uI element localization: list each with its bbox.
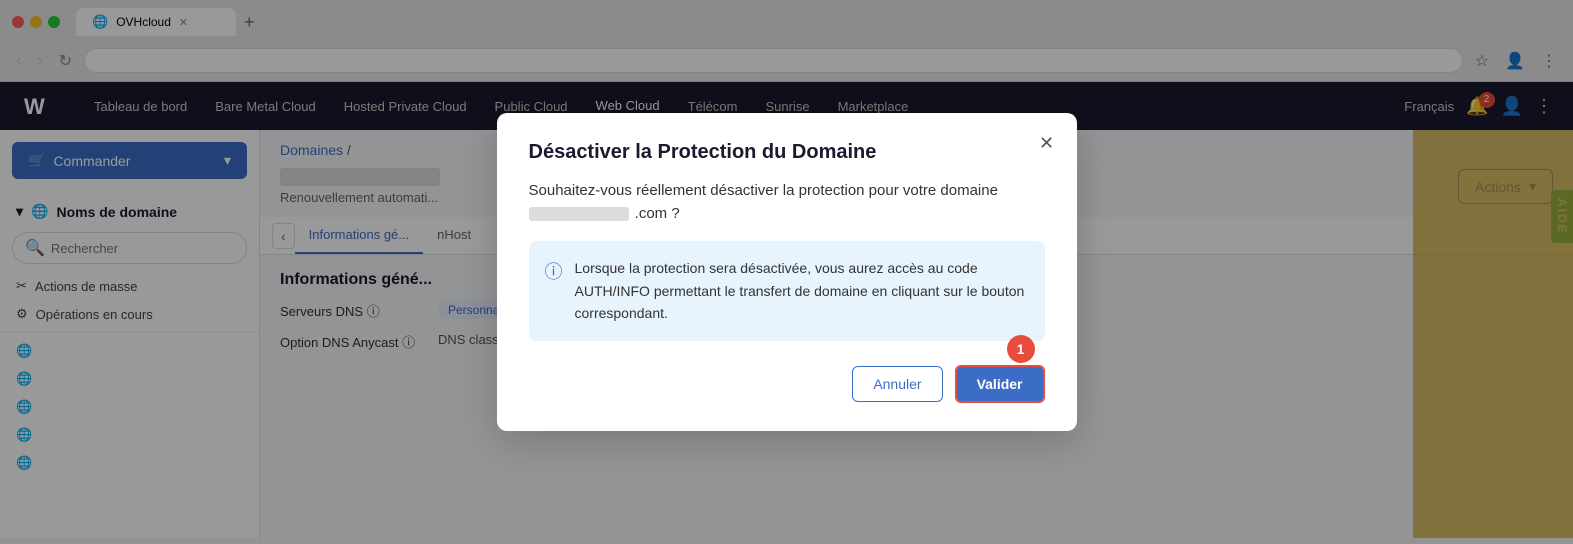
- step-badge: 1: [1007, 335, 1035, 363]
- modal-info-text: Lorsque la protection sera désactivée, v…: [575, 257, 1029, 324]
- validate-button[interactable]: Valider: [955, 365, 1045, 403]
- modal-close-button[interactable]: ✕: [1033, 129, 1061, 157]
- modal-info-box: ⓘ Lorsque la protection sera désactivée,…: [529, 241, 1045, 340]
- modal-title: Désactiver la Protection du Domaine: [529, 141, 1045, 164]
- modal-domain-blurred: [529, 207, 629, 221]
- modal-desc-prefix: Souhaitez-vous réellement désactiver la …: [529, 182, 998, 199]
- modal-desc-suffix: .com ?: [635, 205, 680, 222]
- info-circle-icon: ⓘ: [545, 258, 563, 284]
- modal-actions: 1 Annuler Valider: [529, 365, 1045, 403]
- close-icon: ✕: [1039, 133, 1054, 154]
- cancel-button[interactable]: Annuler: [852, 366, 942, 402]
- modal-overlay[interactable]: ✕ Désactiver la Protection du Domaine So…: [0, 0, 1573, 544]
- modal-dialog: ✕ Désactiver la Protection du Domaine So…: [497, 113, 1077, 430]
- modal-description: Souhaitez-vous réellement désactiver la …: [529, 180, 1045, 225]
